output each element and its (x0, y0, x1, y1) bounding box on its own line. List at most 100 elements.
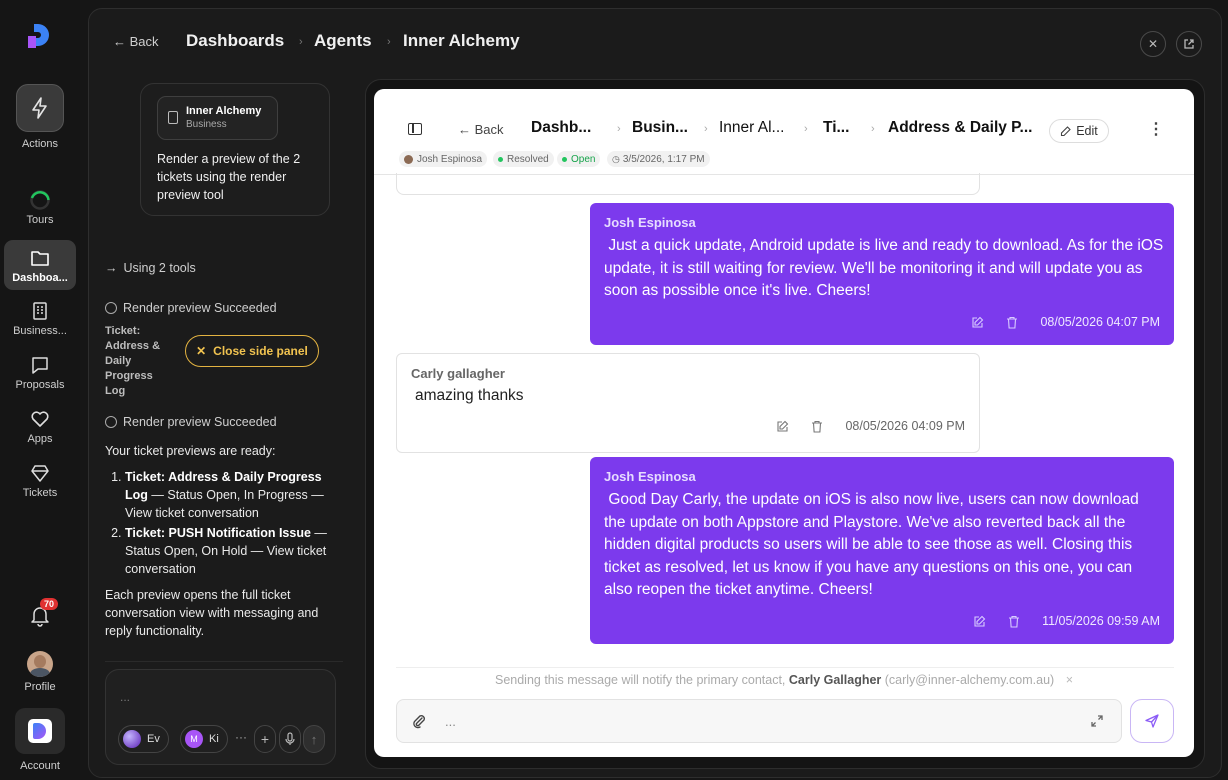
microphone-icon (285, 732, 295, 745)
rail-profile-label: Profile (24, 681, 56, 693)
rail-tours[interactable]: Tours (4, 189, 76, 226)
close-icon: ✕ (1147, 37, 1159, 51)
breadcrumb-separator: › (617, 123, 621, 135)
trash-icon[interactable] (1008, 615, 1020, 628)
trash-icon[interactable] (811, 420, 823, 433)
ticket-preview: ← Back Dashb... › Busin... › Inner Al...… (374, 89, 1194, 757)
preview-breadcrumb[interactable]: Dashb... (531, 119, 591, 137)
edit-icon[interactable] (973, 615, 986, 628)
edit-icon[interactable] (971, 316, 984, 329)
close-side-panel-label: Close side panel (213, 344, 308, 358)
model-pill[interactable]: Ev (118, 725, 169, 753)
breadcrumb-separator: › (299, 36, 303, 48)
breadcrumb-dashboards[interactable]: Dashboards (186, 31, 284, 51)
message-timestamp: 08/05/2026 04:07 PM (1040, 315, 1160, 329)
message-square-icon (32, 357, 48, 374)
user-message-text: Render a preview of the 2 tickets using … (157, 152, 301, 202)
rail-account[interactable]: Account (4, 708, 76, 772)
preview-breadcrumb[interactable]: Busin... (632, 119, 688, 137)
status-badge-open: Open (557, 151, 601, 167)
breadcrumb-separator: › (704, 123, 708, 135)
more-vertical-icon[interactable]: ⋮ (1148, 119, 1164, 139)
breadcrumb-current: Inner Alchemy (403, 31, 520, 50)
rail-tickets-label: Tickets (22, 487, 58, 499)
ready-item-details: — Status Open, In Progress — View ticket… (125, 488, 324, 520)
status-dot-icon (498, 156, 503, 162)
rail-proposals-label: Proposals (15, 379, 65, 391)
send-icon (1145, 714, 1159, 728)
message-body: Good Day Carly, the update on iOS is als… (604, 491, 1144, 598)
composer-input[interactable]: ... (120, 690, 130, 704)
notify-prefix: Sending this message will notify the pri… (494, 673, 789, 687)
expand-icon[interactable] (1089, 713, 1105, 729)
back-button[interactable]: ← Back (113, 34, 159, 49)
rail-profile[interactable]: Profile (4, 651, 76, 693)
assistant-response: Your ticket previews are ready: Ticket: … (105, 442, 330, 640)
notify-contact-name: Carly Gallagher (788, 673, 882, 687)
actions-button[interactable] (16, 84, 64, 132)
preview-breadcrumb[interactable]: Inner Al... (719, 119, 784, 137)
list-item: Ticket: Address & Daily Progress Log — S… (125, 468, 330, 522)
dismiss-notice-icon[interactable]: × (1066, 673, 1073, 687)
message-footer: 08/05/2026 04:07 PM (971, 315, 1160, 329)
app-logo-icon[interactable] (26, 22, 52, 50)
agent-chat-panel: Inner Alchemy Business Render a preview … (89, 71, 359, 771)
rail-business[interactable]: Business... (4, 300, 76, 337)
reply-box: ... (396, 699, 1122, 743)
edit-icon (1061, 125, 1071, 136)
rail-actions[interactable]: Actions (4, 84, 76, 150)
paperclip-icon[interactable] (411, 713, 427, 729)
rail-actions-label: Actions (21, 138, 59, 150)
preview-back-button[interactable]: ← Back (458, 122, 504, 137)
status-badge-resolved: Resolved (493, 151, 554, 167)
edit-icon[interactable] (776, 420, 789, 433)
agent-chip[interactable]: Inner Alchemy Business (157, 96, 278, 140)
divider (105, 661, 343, 662)
send-button[interactable]: ↑ (303, 725, 325, 753)
member-pill[interactable]: M Ki (180, 725, 228, 753)
notify-contact-email: (carly@inner-alchemy.com.au) (881, 673, 1055, 687)
building-icon (33, 302, 47, 320)
rail-business-label: Business... (13, 325, 67, 337)
breadcrumb-agents[interactable]: Agents (314, 31, 372, 51)
preview-breadcrumb-current: Address & Daily P... (888, 119, 1033, 136)
breadcrumb-separator: › (804, 123, 808, 135)
external-link-icon (1184, 39, 1194, 49)
more-icon[interactable]: ··· (235, 730, 247, 744)
ready-item-title[interactable]: Ticket: PUSH Notification Issue (125, 526, 311, 540)
rail-proposals[interactable]: Proposals (4, 354, 76, 391)
clock-icon: ◷ (612, 153, 620, 164)
open-external-button[interactable] (1176, 31, 1202, 57)
add-button[interactable]: + (254, 725, 276, 753)
ticket-header: ← Back Dashb... › Busin... › Inner Al...… (374, 89, 1194, 175)
ready-intro: Your ticket previews are ready: (105, 444, 276, 458)
message-card-partial (396, 173, 980, 195)
rail-dashboards-label: Dashboa... (12, 272, 68, 284)
model-pill-label: Ev (147, 733, 160, 745)
rail-apps[interactable]: Apps (4, 408, 76, 445)
progress-ring-icon (30, 190, 50, 210)
orb-icon (123, 730, 141, 748)
ticket-preview-label: Ticket: Address & Daily Progress Log (105, 325, 161, 397)
message-body: Just a quick update, Android update is l… (604, 237, 1168, 299)
message-author: Carly gallagher (411, 366, 505, 381)
reply-input[interactable]: ... (445, 714, 456, 729)
tools-toggle[interactable]: → Using 2 tools (105, 261, 196, 275)
building-icon (168, 111, 178, 124)
preview-breadcrumb[interactable]: Ti... (823, 119, 849, 137)
close-side-panel-button[interactable]: ✕ Close side panel (185, 335, 319, 367)
close-button[interactable]: ✕ (1140, 31, 1166, 57)
edit-button[interactable]: Edit (1049, 119, 1109, 143)
tools-line-text: Using 2 tools (123, 261, 196, 275)
rail-tickets[interactable]: Tickets (4, 462, 76, 499)
rail-dashboards[interactable]: Dashboa... (4, 240, 76, 290)
message-author: Josh Espinosa (604, 215, 696, 230)
trash-icon[interactable] (1006, 316, 1018, 329)
avatar (27, 651, 53, 677)
rail-apps-label: Apps (27, 433, 53, 445)
microphone-button[interactable] (279, 725, 301, 753)
tool-result-1: Render preview Succeeded (105, 301, 277, 315)
avatar (404, 154, 413, 164)
sidebar-toggle-icon[interactable] (408, 123, 422, 135)
send-reply-button[interactable] (1130, 699, 1174, 743)
